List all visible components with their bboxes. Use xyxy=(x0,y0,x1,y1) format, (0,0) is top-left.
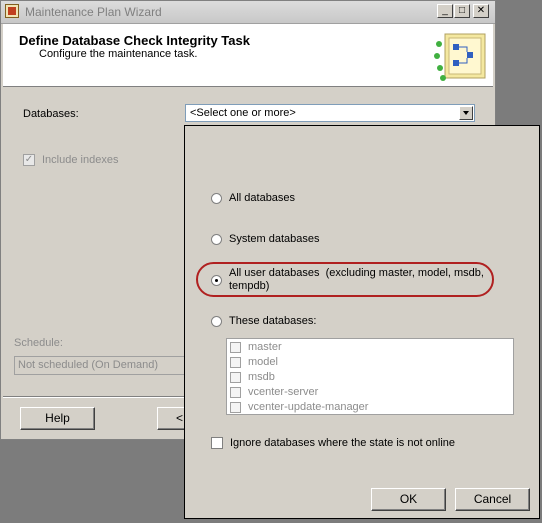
list-item-label: model xyxy=(248,356,278,368)
list-item-checkbox[interactable] xyxy=(230,357,241,368)
these-databases-radio[interactable] xyxy=(211,316,222,327)
include-indexes-checkbox[interactable]: ✓ xyxy=(23,154,35,166)
system-databases-radio[interactable] xyxy=(211,234,222,245)
list-item[interactable]: vcenter-server xyxy=(227,385,507,400)
list-item[interactable]: msdb xyxy=(227,370,507,385)
ignore-offline-checkbox[interactable] xyxy=(211,437,223,449)
all-user-databases-label-line2: tempdb) xyxy=(229,280,270,292)
all-databases-label: All databases xyxy=(229,192,296,204)
database-selection-popup: All databases System databases All user … xyxy=(184,125,540,519)
help-button[interactable]: Help xyxy=(20,407,95,430)
list-item[interactable]: model xyxy=(227,355,507,370)
list-item-checkbox[interactable] xyxy=(230,402,241,413)
include-indexes-label: Include indexes xyxy=(42,154,119,166)
ok-button[interactable]: OK xyxy=(371,488,446,511)
list-item-label: msdb xyxy=(248,371,275,383)
list-item-checkbox[interactable] xyxy=(230,372,241,383)
close-button[interactable]: ✕ xyxy=(473,4,489,18)
list-item-label: vcenter-server xyxy=(248,386,319,398)
ignore-offline-label: Ignore databases where the state is not … xyxy=(230,437,456,449)
title-bar[interactable]: Maintenance Plan Wizard _ □ ✕ xyxy=(1,1,495,24)
databases-dropdown[interactable]: <Select one or more> xyxy=(185,104,475,122)
minimize-button[interactable]: _ xyxy=(437,4,453,18)
page-title: Define Database Check Integrity Task xyxy=(19,33,250,48)
wizard-graphic-icon xyxy=(434,33,486,81)
window-title: Maintenance Plan Wizard xyxy=(25,5,162,19)
all-user-databases-label: All user databases (excluding master, mo… xyxy=(229,267,484,279)
list-item-label: vcenter-update-manager xyxy=(248,401,369,413)
schedule-value: Not scheduled (On Demand) xyxy=(18,359,159,371)
list-item-label: master xyxy=(248,341,282,353)
maximize-button[interactable]: □ xyxy=(454,4,470,18)
chevron-down-icon[interactable] xyxy=(459,106,473,120)
database-listbox[interactable]: master model msdb vcenter-server vcenter… xyxy=(226,338,514,415)
list-item-checkbox[interactable] xyxy=(230,387,241,398)
all-databases-radio[interactable] xyxy=(211,193,222,204)
databases-label: Databases: xyxy=(23,108,79,120)
these-databases-label: These databases: xyxy=(229,315,317,327)
schedule-field: Not scheduled (On Demand) xyxy=(14,356,189,375)
list-item[interactable]: vcenter-update-manager xyxy=(227,400,507,415)
cancel-button[interactable]: Cancel xyxy=(455,488,530,511)
databases-dropdown-value: <Select one or more> xyxy=(190,107,296,119)
list-item-checkbox[interactable] xyxy=(230,342,241,353)
all-user-databases-radio[interactable] xyxy=(211,275,222,286)
schedule-label: Schedule: xyxy=(14,337,63,349)
list-item[interactable]: master xyxy=(227,340,507,355)
system-databases-label: System databases xyxy=(229,233,320,245)
wizard-app-icon xyxy=(5,4,19,18)
wizard-header: Define Database Check Integrity Task Con… xyxy=(3,24,493,87)
page-subtitle: Configure the maintenance task. xyxy=(39,48,198,60)
